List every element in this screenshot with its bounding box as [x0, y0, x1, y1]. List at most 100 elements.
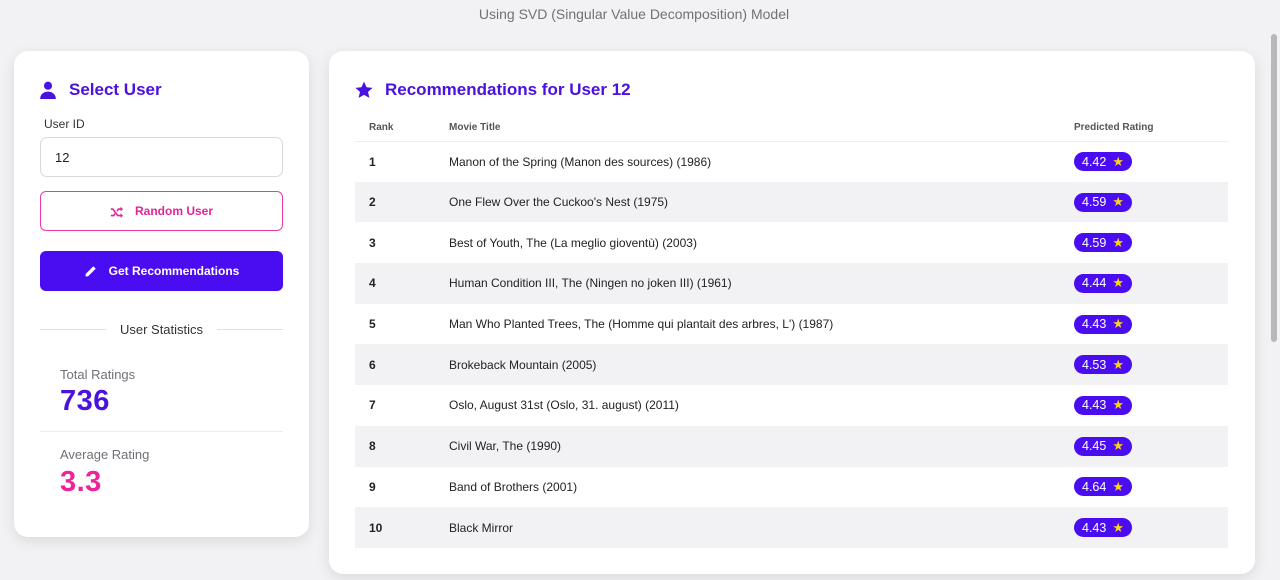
page-subtitle: Using SVD (Singular Value Decomposition)… — [478, 6, 790, 22]
table-row: 3 Best of Youth, The (La meglio gioventù)… — [355, 222, 1228, 263]
rating-badge: 4.59 ★ — [1074, 233, 1132, 253]
rank-cell: 9 — [369, 479, 376, 494]
user-icon — [40, 81, 56, 99]
column-header-predicted-rating: Predicted Rating — [1059, 114, 1228, 142]
rating-badge: 4.43 ★ — [1074, 518, 1132, 538]
rating-value: 4.43 — [1082, 520, 1107, 535]
rating-value: 4.44 — [1082, 276, 1107, 291]
table-row: 1 Manon of the Spring (Manon des sources)… — [355, 141, 1228, 182]
rating-badge: 4.43 ★ — [1074, 395, 1132, 415]
rating-value: 4.45 — [1082, 439, 1107, 454]
scrollbar-thumb[interactable] — [1271, 34, 1277, 342]
pencil-icon — [85, 265, 96, 276]
rating-value: 4.64 — [1082, 479, 1107, 494]
recommendations-title: Recommendations for User 12 — [355, 80, 631, 100]
rating-badge: 4.59 ★ — [1074, 192, 1132, 212]
rank-cell: 4 — [355, 263, 434, 304]
predicted-rating-cell: 4.42 ★ — [1059, 141, 1228, 182]
select-user-label: Select User — [69, 80, 162, 99]
predicted-rating-cell: 4.43 ★ — [1059, 507, 1228, 548]
movie-title-cell: Brokeback Mountain (2005) — [434, 344, 1059, 386]
table-row: 5 Man Who Planted Trees, The (Homme qui p… — [355, 304, 1228, 345]
rating-badge: 4.44 ★ — [1074, 273, 1132, 293]
column-header-rank: Rank — [355, 114, 434, 142]
star-icon: ★ — [1112, 356, 1124, 372]
movie-title-cell: Man Who Planted Trees, The (Homme qui pl… — [449, 317, 834, 332]
user-id-input[interactable] — [40, 137, 283, 177]
rating-badge: 4.53 ★ — [1074, 355, 1132, 375]
recommendations-card: Recommendations for User 12 Rank Movie T… — [329, 51, 1255, 574]
divider-line — [40, 329, 106, 330]
column-header-movie-title: Movie Title — [434, 114, 1059, 142]
get-recommendations-button[interactable]: Get Recommendations — [40, 251, 283, 291]
user-statistics-label: User Statistics — [119, 322, 204, 337]
table-row: 7 Oslo, August 31st (Oslo, 31. august) (2… — [355, 385, 1228, 426]
select-user-card: Select User User ID Random User Get Reco… — [14, 51, 309, 537]
total-ratings-value: 736 — [60, 385, 110, 417]
predicted-rating-cell: 4.64 ★ — [1059, 467, 1228, 508]
table-header-row: Rank Movie Title Predicted Rating — [355, 114, 1228, 142]
movie-title-cell: Manon of the Spring (Manon des sources) … — [449, 154, 712, 169]
movie-title-cell: Band of Brothers (2001) — [449, 479, 578, 494]
rating-badge: 4.45 ★ — [1074, 436, 1132, 456]
random-user-button[interactable]: Random User — [40, 191, 283, 231]
star-icon: ★ — [1112, 194, 1124, 210]
rating-value: 4.43 — [1082, 317, 1107, 332]
random-user-label: Random User — [134, 204, 214, 218]
star-icon: ★ — [1112, 478, 1124, 494]
movie-title-cell: One Flew Over the Cuckoo's Nest (1975) — [434, 181, 1059, 223]
table-row: 6 Brokeback Mountain (2005) 4.53 ★ — [355, 344, 1228, 386]
predicted-rating-cell: 4.44 ★ — [1059, 263, 1228, 304]
rank-cell: 6 — [355, 344, 434, 386]
table-row: 10 Black Mirror 4.43 ★ — [355, 507, 1228, 548]
divider-line — [217, 329, 284, 330]
predicted-rating-cell: 4.59 ★ — [1059, 181, 1228, 223]
rank-cell: 5 — [369, 317, 376, 332]
movie-title-cell: Human Condition III, The (Ningen no joke… — [434, 263, 1059, 304]
average-rating-value: 3.3 — [60, 466, 102, 498]
predicted-rating-cell: 4.43 ★ — [1059, 385, 1228, 426]
total-ratings-label: Total Ratings — [60, 367, 136, 382]
rating-value: 4.42 — [1082, 154, 1107, 169]
predicted-rating-cell: 4.59 ★ — [1059, 222, 1228, 263]
rating-badge: 4.64 ★ — [1074, 477, 1132, 497]
predicted-rating-cell: 4.53 ★ — [1059, 344, 1228, 386]
star-icon: ★ — [1112, 519, 1124, 535]
average-rating-label: Average Rating — [60, 447, 150, 462]
movie-title-cell: Oslo, August 31st (Oslo, 31. august) (20… — [449, 398, 679, 413]
rating-value: 4.53 — [1082, 357, 1107, 372]
star-icon: ★ — [1112, 275, 1124, 291]
rating-badge: 4.43 ★ — [1074, 314, 1132, 334]
get-recommendations-label: Get Recommendations — [108, 264, 240, 278]
rank-cell: 7 — [369, 398, 376, 413]
stat-separator — [40, 431, 283, 432]
recommendations-label: Recommendations for User 12 — [385, 80, 631, 99]
star-icon — [355, 81, 373, 98]
shuffle-icon — [110, 206, 123, 218]
movie-title-cell: Civil War, The (1990) — [434, 425, 1059, 467]
rank-cell: 8 — [355, 425, 434, 467]
recommendations-table: Rank Movie Title Predicted Rating 1 Manon… — [355, 114, 1228, 548]
predicted-rating-cell: 4.45 ★ — [1059, 425, 1228, 467]
table-row: 9 Band of Brothers (2001) 4.64 ★ — [355, 467, 1228, 508]
table-row: 8 Civil War, The (1990) 4.45 ★ — [355, 425, 1228, 467]
user-statistics-heading: User Statistics — [40, 322, 284, 337]
rating-value: 4.59 — [1082, 235, 1107, 250]
star-icon: ★ — [1112, 397, 1124, 413]
star-icon: ★ — [1112, 316, 1124, 332]
movie-title-cell: Best of Youth, The (La meglio gioventù) … — [449, 235, 697, 250]
rank-cell: 2 — [355, 181, 434, 223]
rank-cell: 1 — [369, 154, 376, 169]
rating-value: 4.59 — [1082, 195, 1107, 210]
star-icon: ★ — [1112, 438, 1124, 454]
predicted-rating-cell: 4.43 ★ — [1059, 304, 1228, 345]
rank-cell: 3 — [369, 235, 376, 250]
table-row: 4 Human Condition III, The (Ningen no jok… — [355, 263, 1228, 304]
table-row: 2 One Flew Over the Cuckoo's Nest (1975) 4… — [355, 181, 1228, 223]
movie-title-cell: Black Mirror — [434, 507, 1059, 548]
star-icon: ★ — [1112, 153, 1124, 169]
rating-value: 4.43 — [1082, 398, 1107, 413]
user-id-label: User ID — [44, 117, 85, 131]
star-icon: ★ — [1112, 234, 1124, 250]
rank-cell: 10 — [355, 507, 434, 548]
